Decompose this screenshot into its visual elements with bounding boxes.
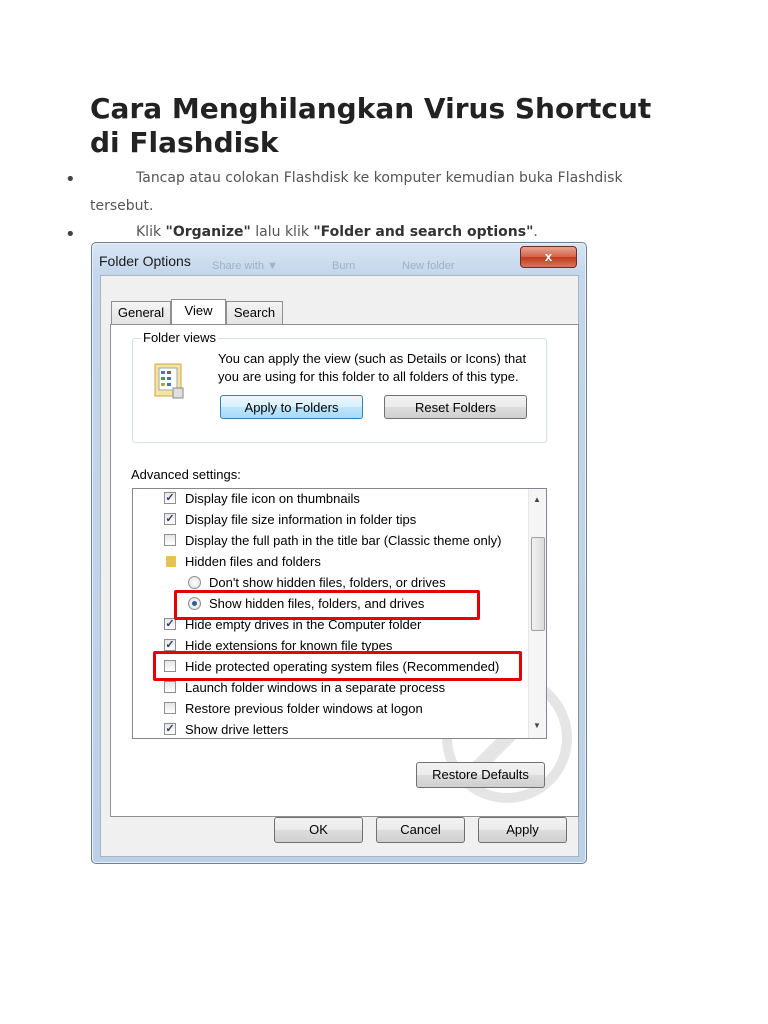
- setting-label: Display file icon on thumbnails: [185, 491, 360, 506]
- scroll-down-icon[interactable]: ▼: [533, 721, 541, 730]
- checkbox[interactable]: [164, 534, 176, 546]
- step-2-text: Klik "Organize" lalu klik "Folder and se…: [136, 222, 696, 242]
- folder-options-dialog: Folder Options Share with ▼ Burn New fol…: [91, 242, 587, 864]
- restore-defaults-button[interactable]: Restore Defaults: [416, 762, 545, 788]
- folder-views-legend: Folder views: [141, 330, 218, 345]
- dialog-title: Folder Options: [99, 253, 191, 269]
- folder-icon: [166, 556, 176, 567]
- title-line-2: di Flashdisk: [90, 126, 279, 159]
- highlight-hide-protected: [153, 651, 522, 681]
- ok-button[interactable]: OK: [274, 817, 363, 843]
- highlight-show-hidden: [174, 590, 480, 620]
- step-2-part: lalu klik: [250, 224, 314, 240]
- checkbox[interactable]: [164, 702, 176, 714]
- cancel-button[interactable]: Cancel: [376, 817, 465, 843]
- step-2-organize: "Organize": [165, 224, 251, 240]
- bullet-2: •: [65, 224, 76, 245]
- setting-label: Launch folder windows in a separate proc…: [185, 680, 446, 695]
- folder-views-group: Folder views You can apply the view (suc…: [132, 330, 547, 443]
- step-1-text: Tancap atau colokan Flashdisk ke kompute…: [136, 168, 676, 188]
- ghost-toolbar-item: Burn: [332, 260, 356, 272]
- apply-button[interactable]: Apply: [478, 817, 567, 843]
- tab-general[interactable]: General: [111, 301, 171, 324]
- setting-group-label: Hidden files and folders: [185, 554, 321, 569]
- title-line-1: Cara Menghilangkan Virus Shortcut: [90, 92, 652, 125]
- step-2-folder-options: "Folder and search options": [313, 224, 534, 240]
- checkbox[interactable]: [164, 681, 176, 693]
- article-title: Cara Menghilangkan Virus Shortcut di Fla…: [90, 92, 710, 160]
- checkbox[interactable]: ✓: [164, 639, 176, 651]
- folder-view-icon: [154, 363, 184, 399]
- scrollbar-thumb[interactable]: [531, 537, 545, 631]
- checkbox[interactable]: ✓: [164, 723, 176, 735]
- advanced-settings-label: Advanced settings:: [131, 467, 241, 482]
- checkbox[interactable]: ✓: [164, 492, 176, 504]
- apply-to-folders-button[interactable]: Apply to Folders: [220, 395, 363, 419]
- ghost-toolbar-item: New folder: [402, 260, 455, 272]
- step-2-part: Klik: [136, 224, 166, 240]
- setting-label: Show drive letters: [185, 722, 289, 737]
- ghost-toolbar-item: Share with ▼: [212, 260, 278, 272]
- radio-button[interactable]: [188, 576, 201, 589]
- folder-views-description: You can apply the view (such as Details …: [218, 351, 527, 384]
- step-2-period: .: [533, 224, 538, 240]
- reset-folders-button[interactable]: Reset Folders: [384, 395, 527, 419]
- setting-label: Restore previous folder windows at logon: [185, 701, 423, 716]
- setting-label: Display the full path in the title bar (…: [185, 533, 502, 548]
- setting-label: Display file size information in folder …: [185, 512, 417, 527]
- tab-view[interactable]: View: [171, 299, 226, 324]
- step-1-line: Tancap atau colokan Flashdisk ke kompute…: [136, 170, 623, 186]
- tab-search[interactable]: Search: [226, 301, 283, 324]
- bullet-1: •: [65, 169, 76, 190]
- close-button[interactable]: x: [520, 246, 577, 268]
- step-1-continuation: tersebut.: [90, 198, 154, 214]
- checkbox[interactable]: ✓: [164, 513, 176, 525]
- scroll-up-icon[interactable]: ▲: [533, 495, 541, 504]
- vertical-scrollbar[interactable]: ▲ ▼: [528, 489, 546, 738]
